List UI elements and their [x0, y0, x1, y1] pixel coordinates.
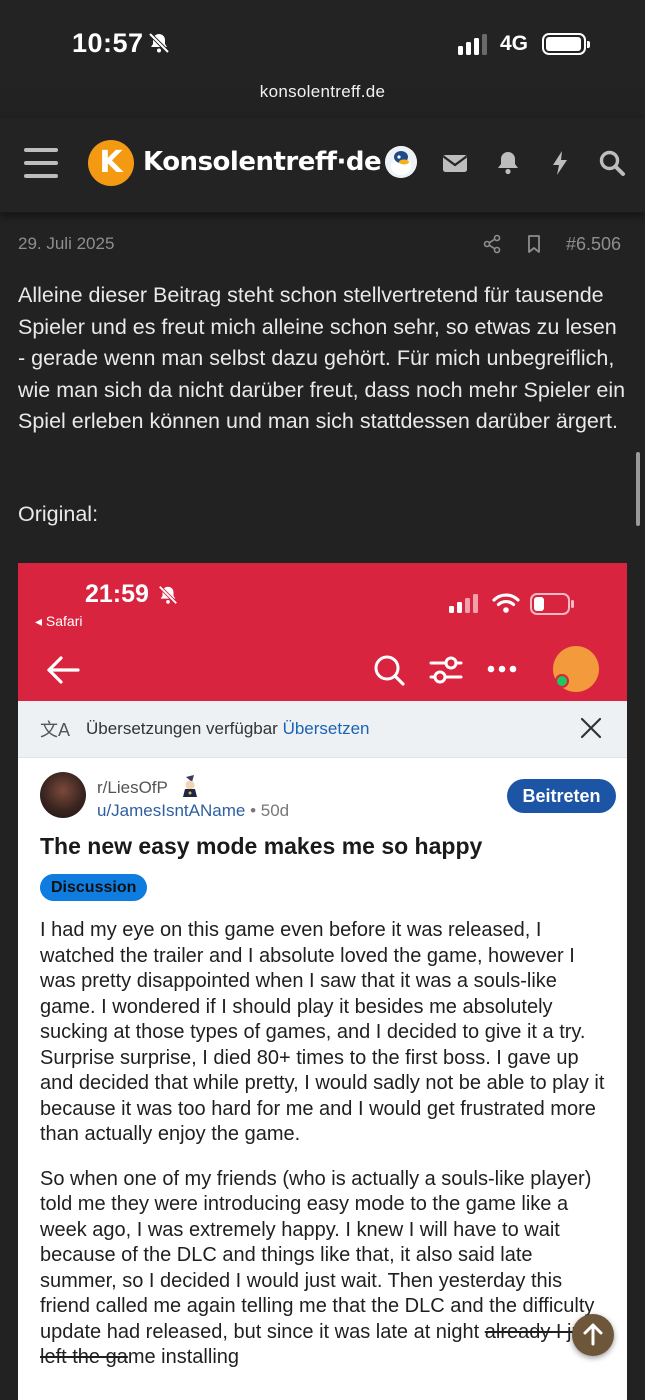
silent-bell-icon: [148, 32, 170, 54]
post-body: Alleine dieser Beitrag steht schon stell…: [18, 283, 626, 433]
network-type: 4G: [500, 32, 529, 55]
signal-icon: [449, 594, 478, 613]
site-logo-icon[interactable]: K: [88, 140, 134, 186]
back-arrow-icon[interactable]: [46, 655, 80, 685]
url-label[interactable]: konsolentreff.de: [0, 82, 645, 102]
site-header: K Konsolentreff·de: [0, 118, 645, 213]
paragraph-text: me installing: [127, 1346, 240, 1368]
scroll-top-button[interactable]: [572, 1314, 614, 1356]
battery-icon: [530, 593, 574, 615]
translation-bar: 文A Übersetzungen verfügbar Übersetzen: [18, 701, 627, 758]
status-bar: 10:57 4G konsolentreff.de: [0, 0, 645, 101]
post-content: I had my eye on this game even before it…: [40, 918, 608, 1390]
post-title[interactable]: The new easy mode makes me so happy: [40, 833, 482, 860]
subreddit-name[interactable]: r/LiesOfP: [97, 775, 200, 798]
subreddit-label[interactable]: r/LiesOfP: [97, 778, 168, 797]
author-name[interactable]: u/JamesIsntAName: [97, 801, 245, 820]
bell-icon[interactable]: [494, 149, 522, 177]
post-author[interactable]: u/JamesIsntAName • 50d: [97, 801, 289, 821]
back-to-safari[interactable]: ◂ Safari: [35, 613, 83, 630]
wifi-icon: [492, 593, 520, 613]
post-age: 50d: [260, 801, 290, 820]
post-date[interactable]: 29. Juli 2025: [18, 234, 114, 254]
status-time: 10:57: [72, 28, 144, 58]
puppet-icon: [183, 775, 198, 797]
flair-badge[interactable]: Discussion: [40, 874, 148, 901]
embedded-screenshot[interactable]: 21:59 ◂ Safari 文A Übersetzungen verfügba…: [18, 563, 627, 1400]
embed-time: 21:59: [85, 580, 149, 608]
close-icon[interactable]: [580, 717, 602, 739]
translation-text: Übersetzungen verfügbar Übersetzen: [86, 719, 370, 739]
post-number[interactable]: #6.506: [566, 234, 621, 255]
paragraph-text: So when one of my friends (who is actual…: [40, 1167, 595, 1343]
site-logo-text[interactable]: Konsolentreff·de: [143, 147, 382, 177]
paragraph: So when one of my friends (who is actual…: [40, 1167, 608, 1371]
search-icon[interactable]: [598, 149, 626, 177]
bookmark-icon[interactable]: [524, 234, 544, 254]
avatar[interactable]: [385, 146, 417, 178]
search-icon[interactable]: [372, 653, 406, 687]
silent-bell-icon: [158, 585, 178, 605]
arrow-up-icon: [583, 1323, 603, 1346]
avatar[interactable]: [553, 646, 599, 692]
mail-icon[interactable]: [441, 149, 469, 177]
bolt-icon[interactable]: [546, 149, 574, 177]
translate-link[interactable]: Übersetzen: [283, 719, 370, 738]
join-button[interactable]: Beitreten: [507, 779, 616, 813]
more-icon[interactable]: [486, 663, 518, 675]
page-scrollbar[interactable]: [636, 452, 640, 526]
translation-text: Übersetzungen verfügbar: [86, 719, 278, 738]
menu-icon[interactable]: [24, 148, 58, 178]
filter-icon[interactable]: [429, 655, 463, 685]
translate-icon: 文A: [40, 720, 71, 740]
original-label: Original:: [18, 502, 99, 526]
battery-icon: [542, 33, 590, 55]
embed-status-bar: 21:59 ◂ Safari: [18, 563, 627, 701]
paragraph: I had my eye on this game even before it…: [40, 919, 605, 1145]
subreddit-avatar[interactable]: [40, 772, 86, 818]
share-icon[interactable]: [482, 234, 502, 254]
